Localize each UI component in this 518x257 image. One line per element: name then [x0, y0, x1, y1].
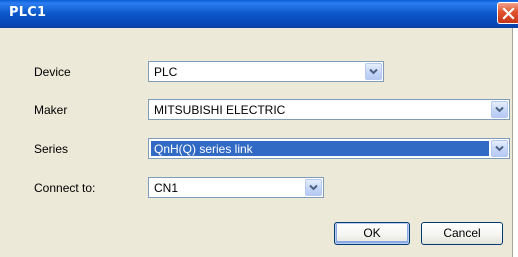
background-strip: [513, 28, 518, 257]
ok-button[interactable]: OK: [334, 222, 410, 245]
series-dropdown-button[interactable]: [491, 140, 508, 157]
plc-dialog: PLC1 Device PLC Maker MITSUBISHI ELECTRI…: [0, 0, 518, 257]
device-select[interactable]: PLC: [148, 61, 384, 82]
close-button[interactable]: [497, 2, 518, 24]
device-value: PLC: [154, 65, 178, 79]
connect-label: Connect to:: [34, 181, 96, 195]
maker-dropdown-button[interactable]: [491, 101, 508, 118]
series-select[interactable]: QnH(Q) series link: [148, 138, 510, 159]
window-title: PLC1: [9, 5, 47, 20]
connect-value: CN1: [154, 181, 179, 195]
connect-select[interactable]: CN1: [148, 177, 324, 198]
maker-label: Maker: [34, 103, 68, 117]
cancel-button[interactable]: Cancel: [421, 222, 503, 245]
device-dropdown-button[interactable]: [365, 63, 382, 80]
maker-value: MITSUBISHI ELECTRIC: [154, 103, 286, 117]
series-label: Series: [34, 142, 69, 156]
connect-dropdown-button[interactable]: [305, 179, 322, 196]
series-value: QnH(Q) series link: [154, 142, 253, 156]
title-bar[interactable]: PLC1: [0, 0, 518, 28]
maker-select[interactable]: MITSUBISHI ELECTRIC: [148, 99, 510, 120]
device-label: Device: [34, 65, 71, 79]
